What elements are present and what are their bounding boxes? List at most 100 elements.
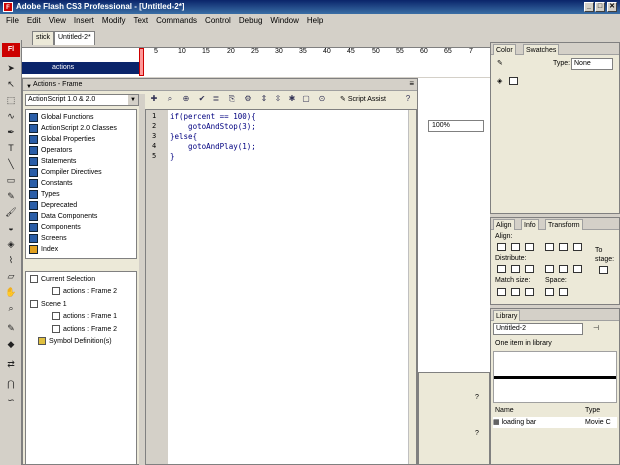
line-tool-icon[interactable]: ╲: [4, 158, 18, 171]
to-stage-toggle-icon[interactable]: [599, 266, 608, 274]
menu-window[interactable]: Window: [266, 14, 302, 27]
debug-options-icon[interactable]: ⚙: [243, 94, 253, 104]
playhead[interactable]: [139, 48, 144, 76]
expand-all-icon[interactable]: ✱: [287, 94, 297, 104]
minimize-button[interactable]: _: [584, 2, 594, 12]
match-height-icon[interactable]: [511, 288, 520, 296]
tree-item[interactable]: actions : Frame 2: [52, 286, 117, 297]
align-center-icon[interactable]: [511, 243, 520, 251]
menu-debug[interactable]: Debug: [235, 14, 267, 27]
panel-options-icon[interactable]: ≡: [409, 79, 414, 88]
align-middle-icon[interactable]: [559, 243, 568, 251]
code-line[interactable]: }else{: [170, 132, 197, 141]
list-item[interactable]: Screens: [28, 233, 67, 244]
library-column-name[interactable]: Name: [495, 405, 514, 416]
library-column-type[interactable]: Type: [585, 405, 600, 416]
menu-help[interactable]: Help: [303, 14, 327, 27]
list-item[interactable]: ActionScript 2.0 Classes: [28, 123, 117, 134]
match-both-icon[interactable]: [525, 288, 534, 296]
tab-align[interactable]: Align: [493, 219, 515, 230]
tab-swatches[interactable]: Swatches: [523, 44, 560, 55]
fill-swatch[interactable]: [509, 77, 518, 85]
tab-color[interactable]: Color: [493, 44, 516, 55]
actions-panel-header[interactable]: ▼ Actions - Frame: [23, 79, 417, 91]
menu-modify[interactable]: Modify: [98, 14, 130, 27]
color-type-select[interactable]: None: [571, 58, 613, 70]
fill-color-icon[interactable]: ◆: [4, 338, 18, 351]
maximize-button[interactable]: □: [595, 2, 605, 12]
menu-insert[interactable]: Insert: [70, 14, 98, 27]
code-line[interactable]: gotoAndStop(3);: [170, 122, 256, 131]
eraser-tool-icon[interactable]: ▱: [4, 270, 18, 283]
selection-tool-icon[interactable]: ➤: [4, 62, 18, 75]
collapse-triangle-icon[interactable]: ▼: [26, 81, 32, 93]
list-item[interactable]: Global Properties: [28, 134, 95, 145]
zoom-select[interactable]: 100%: [428, 120, 484, 132]
pin-library-icon[interactable]: ⊣: [593, 324, 599, 334]
list-item[interactable]: Components: [28, 222, 81, 233]
ink-bottle-tool-icon[interactable]: ◒: [4, 222, 18, 235]
help-icon[interactable]: ?: [475, 393, 479, 403]
list-item[interactable]: Global Functions: [28, 112, 94, 123]
paint-bucket-tool-icon[interactable]: ◈: [4, 238, 18, 251]
show-code-hint-icon[interactable]: ⎘: [227, 94, 237, 104]
add-statement-icon[interactable]: ✚: [149, 94, 159, 104]
list-item[interactable]: Data Components: [28, 211, 97, 222]
editor-scrollbar[interactable]: [408, 110, 416, 464]
help-icon[interactable]: ?: [475, 429, 479, 439]
actionscript-version-select[interactable]: ActionScript 1.0 & 2.0 ▼: [25, 94, 139, 106]
code-line[interactable]: }: [170, 152, 175, 161]
library-document-select[interactable]: Untitled-2: [493, 323, 583, 335]
apply-block-comment-icon[interactable]: ▢: [301, 94, 311, 104]
tab-untitled-2[interactable]: Untitled-2*: [54, 31, 95, 45]
distribute-center-icon[interactable]: [511, 265, 520, 273]
menu-view[interactable]: View: [45, 14, 70, 27]
check-syntax-icon[interactable]: ✔: [197, 94, 207, 104]
menu-control[interactable]: Control: [201, 14, 235, 27]
menu-text[interactable]: Text: [129, 14, 152, 27]
rectangle-tool-icon[interactable]: ▭: [4, 174, 18, 187]
apply-line-comment-icon[interactable]: ⊙: [317, 94, 327, 104]
insert-target-path-icon[interactable]: ⊕: [181, 94, 191, 104]
tab-library[interactable]: Library: [493, 310, 521, 321]
space-horizontal-icon[interactable]: [559, 288, 568, 296]
brush-tool-icon[interactable]: 🖌: [4, 206, 18, 219]
text-tool-icon[interactable]: T: [4, 142, 18, 155]
tree-current-selection[interactable]: Current Selection: [30, 274, 95, 285]
tab-info[interactable]: Info: [521, 219, 539, 230]
distribute-right-icon[interactable]: [573, 265, 582, 273]
close-window-button[interactable]: ✕: [607, 2, 617, 12]
menu-edit[interactable]: Edit: [23, 14, 45, 27]
distribute-left-icon[interactable]: [545, 265, 554, 273]
space-vertical-icon[interactable]: [545, 288, 554, 296]
list-item[interactable]: Statements: [28, 156, 76, 167]
snap-icon[interactable]: ⋂: [4, 378, 18, 391]
layer-actions[interactable]: actions: [22, 62, 140, 74]
tab-stick[interactable]: stick: [32, 31, 54, 45]
pencil-tool-icon[interactable]: ✎: [4, 190, 18, 203]
list-item[interactable]: Index: [28, 244, 58, 255]
code-line[interactable]: if(percent == 100){: [170, 112, 256, 121]
tree-symbols[interactable]: Symbol Definition(s): [38, 336, 112, 347]
library-item[interactable]: ▦ loading bar Movie C: [493, 417, 617, 428]
collapse-selection-icon[interactable]: ⇳: [273, 94, 283, 104]
eyedropper-tool-icon[interactable]: ⌇: [4, 254, 18, 267]
smooth-icon[interactable]: ∽: [4, 394, 18, 407]
match-width-icon[interactable]: [497, 288, 506, 296]
code-line[interactable]: gotoAndPlay(1);: [170, 142, 256, 151]
list-item[interactable]: Types: [28, 189, 60, 200]
stroke-color-icon[interactable]: ✎: [497, 59, 503, 69]
tree-item[interactable]: actions : Frame 2: [52, 324, 117, 335]
swap-colors-icon[interactable]: ⇄: [4, 358, 18, 371]
subselection-tool-icon[interactable]: ↖: [4, 78, 18, 91]
collapse-between-braces-icon[interactable]: ⇕: [259, 94, 269, 104]
align-left-icon[interactable]: [497, 243, 506, 251]
distribute-hcenter-icon[interactable]: [559, 265, 568, 273]
chevron-down-icon[interactable]: ▼: [128, 95, 138, 105]
zoom-tool-icon[interactable]: ⌕: [4, 302, 18, 315]
align-right-icon[interactable]: [525, 243, 534, 251]
script-assist-button[interactable]: ✎ Script Assist: [340, 94, 386, 105]
list-item[interactable]: Compiler Directives: [28, 167, 102, 178]
tree-item[interactable]: actions : Frame 1: [52, 311, 117, 322]
distribute-top-icon[interactable]: [497, 265, 506, 273]
